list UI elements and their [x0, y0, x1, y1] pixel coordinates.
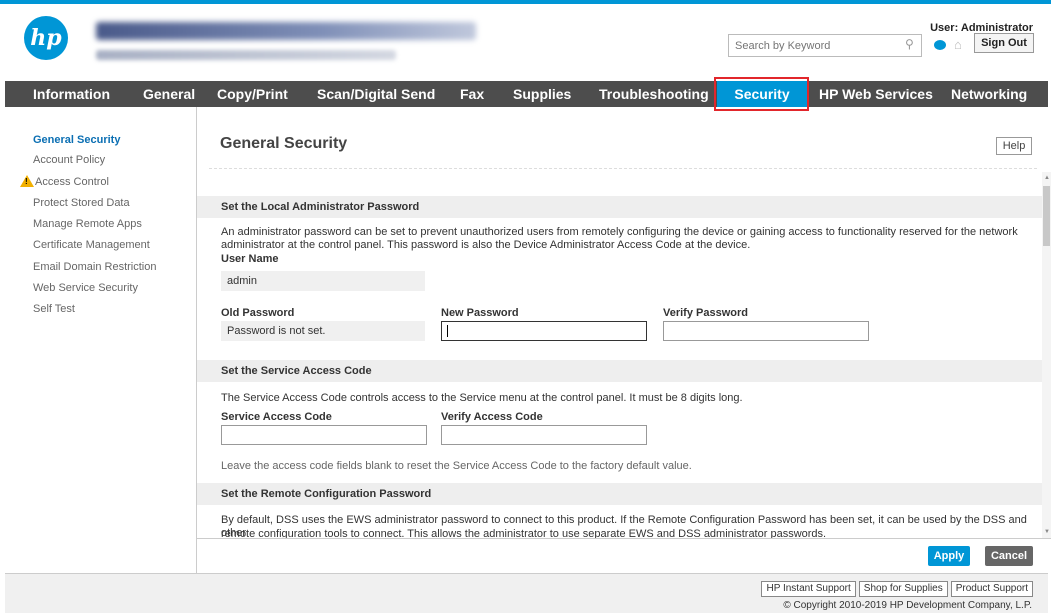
sidebar-item-email-domain-restriction[interactable]: Email Domain Restriction — [33, 261, 156, 273]
footer-links: HP Instant Support Shop for Supplies Pro… — [758, 581, 1033, 597]
verify-code-field[interactable] — [441, 425, 647, 445]
copyright-text: © Copyright 2010-2019 HP Development Com… — [783, 600, 1032, 611]
remote-description-line2: remote configuration tools to connect. T… — [221, 528, 827, 538]
home-icon[interactable]: ⌂ — [954, 38, 962, 52]
search-box[interactable]: ⚲ — [728, 34, 922, 57]
username-value: admin — [221, 271, 425, 291]
admin-description-line2: administrator at the control panel. This… — [221, 239, 751, 251]
verify-code-label: Verify Access Code — [441, 411, 543, 423]
search-input[interactable] — [729, 35, 899, 56]
scroll-up-icon[interactable]: ▲ — [1044, 175, 1050, 181]
sidebar-item-manage-remote-apps[interactable]: Manage Remote Apps — [33, 218, 142, 230]
new-password-field[interactable] — [441, 321, 647, 341]
service-code-field[interactable] — [221, 425, 427, 445]
sidebar-item-protect-stored-data[interactable]: Protect Stored Data — [33, 197, 130, 209]
tab-copy-print[interactable]: Copy/Print — [217, 81, 288, 107]
warning-icon: ! — [20, 175, 34, 187]
service-code-label: Service Access Code — [221, 411, 332, 423]
content-panel[interactable]: Set the Local Administrator Password An … — [197, 172, 1042, 538]
service-note: Leave the access code fields blank to re… — [221, 460, 692, 472]
tab-supplies[interactable]: Supplies — [513, 81, 571, 107]
help-button[interactable]: Help — [996, 137, 1032, 155]
hp-logo[interactable]: hp — [24, 16, 68, 60]
tab-troubleshooting[interactable]: Troubleshooting — [599, 81, 709, 107]
product-support-link[interactable]: Product Support — [950, 581, 1033, 597]
tab-scan-digital-send[interactable]: Scan/Digital Send — [317, 81, 435, 107]
apply-button[interactable]: Apply — [928, 546, 970, 566]
page-title: General Security — [220, 135, 348, 152]
hp-instant-support-link[interactable]: HP Instant Support — [761, 581, 856, 597]
tab-information[interactable]: Information — [33, 81, 110, 107]
sidebar-item-web-service-security[interactable]: Web Service Security — [33, 282, 138, 294]
tab-hp-web-services[interactable]: HP Web Services — [819, 81, 933, 107]
new-password-label: New Password — [441, 307, 519, 319]
scroll-thumb[interactable] — [1043, 186, 1050, 246]
tab-fax[interactable]: Fax — [460, 81, 484, 107]
section-header-remote-config: Set the Remote Configuration Password — [197, 483, 1042, 505]
sidebar-item-access-control[interactable]: Access Control — [35, 176, 109, 188]
sidebar-item-certificate-management[interactable]: Certificate Management — [33, 239, 150, 251]
section-title: Set the Service Access Code — [221, 365, 372, 377]
service-description: The Service Access Code controls access … — [221, 392, 743, 404]
section-title: Set the Remote Configuration Password — [221, 488, 432, 500]
title-divider — [209, 168, 1037, 169]
cancel-button[interactable]: Cancel — [985, 546, 1033, 566]
username-label: User Name — [221, 253, 279, 265]
sidebar-item-self-test[interactable]: Self Test — [33, 303, 75, 315]
verify-password-label: Verify Password — [663, 307, 748, 319]
device-name-blurred — [96, 22, 476, 40]
scroll-down-icon[interactable]: ▼ — [1044, 529, 1050, 535]
admin-description-line1: An administrator password can be set to … — [221, 226, 1018, 238]
security-tab-highlight — [714, 77, 809, 111]
tab-networking[interactable]: Networking — [951, 81, 1027, 107]
shop-for-supplies-link[interactable]: Shop for Supplies — [858, 581, 948, 597]
section-header-service-code: Set the Service Access Code — [197, 360, 1042, 382]
sidebar-item-account-policy[interactable]: Account Policy — [33, 154, 105, 166]
old-password-value: Password is not set. — [221, 321, 425, 341]
action-divider — [197, 538, 1051, 539]
sidebar-item-general-security[interactable]: General Security — [33, 134, 120, 146]
section-header-admin-password: Set the Local Administrator Password — [197, 196, 1042, 218]
page-footer: HP Instant Support Shop for Supplies Pro… — [5, 573, 1048, 613]
section-title: Set the Local Administrator Password — [221, 201, 420, 213]
old-password-label: Old Password — [221, 307, 295, 319]
sign-out-button[interactable]: Sign Out — [974, 33, 1034, 53]
main-nav: Information General Copy/Print Scan/Digi… — [5, 81, 1048, 107]
tab-general[interactable]: General — [143, 81, 195, 107]
search-icon[interactable]: ⚲ — [905, 38, 917, 50]
content-scrollbar[interactable]: ▲ ▼ — [1042, 172, 1051, 538]
verify-password-field[interactable] — [663, 321, 869, 341]
device-info-blurred — [96, 50, 396, 60]
chat-icon[interactable] — [934, 40, 946, 50]
